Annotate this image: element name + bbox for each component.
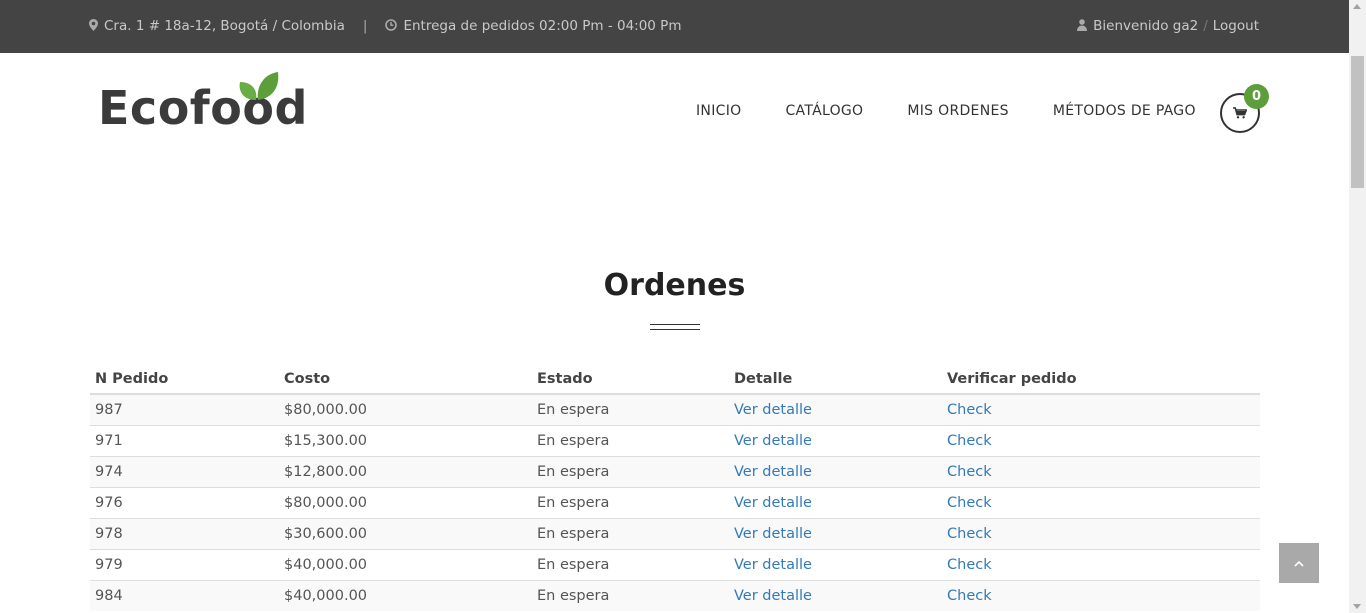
title-divider [650,324,700,330]
check-link[interactable]: Check [947,464,992,480]
check-cell: Check [942,579,1260,611]
header-detalle: Detalle [729,364,942,395]
order-id-cell: 978 [90,517,279,549]
main-nav: INICIO CATÁLOGO MIS ORDENES MÉTODOS DE P… [696,103,1196,119]
scroll-down-arrow[interactable] [1353,604,1361,609]
ver-detalle-cell: Ver detalle [729,424,942,456]
order-status-cell: En espera [532,455,729,487]
check-link[interactable]: Check [947,557,992,573]
table-row: 984 $40,000.00 En espera Ver detalle Check [90,579,1260,611]
header-verificar-pedido: Verificar pedido [942,364,1260,395]
ver-detalle-cell: Ver detalle [729,393,942,425]
order-id-cell: 984 [90,579,279,611]
ver-detalle-cell: Ver detalle [729,548,942,580]
nav-item-inicio[interactable]: INICIO [696,103,741,119]
orders-table: N Pedido Costo Estado Detalle Verificar … [90,364,1260,611]
ver-detalle-link[interactable]: Ver detalle [734,557,812,573]
page-scrollbar[interactable] [1349,0,1366,613]
check-cell: Check [942,517,1260,549]
table-row: 978 $30,600.00 En espera Ver detalle Check [90,517,1260,549]
table-row: 979 $40,000.00 En espera Ver detalle Check [90,548,1260,580]
order-id-cell: 979 [90,548,279,580]
ver-detalle-link[interactable]: Ver detalle [734,526,812,542]
header-n-pedido: N Pedido [90,364,279,395]
ver-detalle-link[interactable]: Ver detalle [734,402,812,418]
check-link[interactable]: Check [947,526,992,542]
check-cell: Check [942,393,1260,425]
nav-item-catalogo[interactable]: CATÁLOGO [785,103,863,119]
order-status-cell: En espera [532,486,729,518]
order-cost-cell: $80,000.00 [279,486,532,518]
order-status-cell: En espera [532,517,729,549]
order-id-cell: 974 [90,455,279,487]
welcome-text: Bienvenido ga2 [1093,18,1199,34]
shopping-cart-icon [1233,107,1247,119]
order-cost-cell: $40,000.00 [279,579,532,611]
clock-icon [385,18,398,34]
order-cost-cell: $15,300.00 [279,424,532,456]
check-cell: Check [942,486,1260,518]
order-cost-cell: $12,800.00 [279,455,532,487]
ver-detalle-link[interactable]: Ver detalle [734,433,812,449]
check-cell: Check [942,424,1260,456]
address-text: Cra. 1 # 18a-12, Bogotá / Colombia [104,18,345,34]
table-row: 976 $80,000.00 En espera Ver detalle Check [90,486,1260,518]
header-estado: Estado [532,364,729,395]
cart-count-badge: 0 [1244,84,1269,109]
order-id-cell: 987 [90,393,279,425]
header-costo: Costo [279,364,532,395]
delivery-hours-text: Entrega de pedidos 02:00 Pm - 04:00 Pm [403,18,682,34]
check-link[interactable]: Check [947,588,992,604]
chevron-up-icon [1294,560,1304,567]
ecofood-logo[interactable]: Ecofood [98,70,318,134]
nav-item-metodos-de-pago[interactable]: MÉTODOS DE PAGO [1053,103,1196,119]
ver-detalle-cell: Ver detalle [729,486,942,518]
top-info-bar: Cra. 1 # 18a-12, Bogotá / Colombia | Ent… [0,0,1366,53]
scrollbar-thumb[interactable] [1351,56,1364,188]
nav-item-mis-ordenes[interactable]: MIS ORDENES [907,103,1008,119]
topbar-slash: / [1203,18,1208,34]
table-header-row: N Pedido Costo Estado Detalle Verificar … [90,364,1260,395]
ver-detalle-link[interactable]: Ver detalle [734,588,812,604]
order-status-cell: En espera [532,424,729,456]
table-row: 971 $15,300.00 En espera Ver detalle Check [90,424,1260,456]
check-link[interactable]: Check [947,402,992,418]
order-status-cell: En espera [532,548,729,580]
order-id-cell: 976 [90,486,279,518]
check-cell: Check [942,455,1260,487]
map-marker-icon [89,18,98,34]
logout-link[interactable]: Logout [1213,18,1259,34]
ver-detalle-link[interactable]: Ver detalle [734,464,812,480]
scroll-to-top-button[interactable] [1279,543,1319,583]
order-id-cell: 971 [90,424,279,456]
ver-detalle-cell: Ver detalle [729,579,942,611]
ver-detalle-cell: Ver detalle [729,517,942,549]
top-info-right: Bienvenido ga2 / Logout [1077,18,1259,34]
ver-detalle-link[interactable]: Ver detalle [734,495,812,511]
order-cost-cell: $30,600.00 [279,517,532,549]
check-link[interactable]: Check [947,495,992,511]
check-cell: Check [942,548,1260,580]
table-row: 974 $12,800.00 En espera Ver detalle Check [90,455,1260,487]
leaf-icon [239,72,279,100]
check-link[interactable]: Check [947,433,992,449]
order-cost-cell: $80,000.00 [279,393,532,425]
scroll-up-arrow[interactable] [1353,4,1361,9]
order-status-cell: En espera [532,579,729,611]
topbar-separator: | [362,18,368,34]
table-row: 987 $80,000.00 En espera Ver detalle Check [90,393,1260,425]
page-title: Ordenes [603,268,746,303]
ver-detalle-cell: Ver detalle [729,455,942,487]
top-info-left: Cra. 1 # 18a-12, Bogotá / Colombia | Ent… [89,18,681,34]
order-cost-cell: $40,000.00 [279,548,532,580]
user-icon [1077,18,1088,34]
order-status-cell: En espera [532,393,729,425]
